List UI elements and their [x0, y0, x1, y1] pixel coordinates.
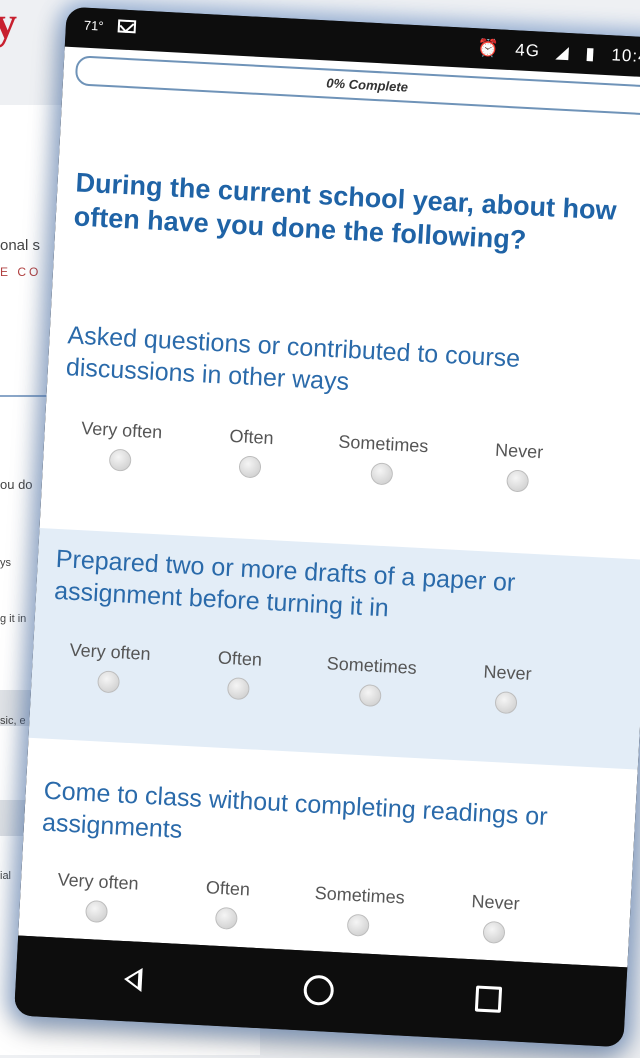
option-label: Sometimes	[326, 653, 418, 678]
option-label: Never	[471, 891, 521, 914]
background-text: ys	[0, 557, 11, 569]
item-text: Prepared two or more drafts of a paper o…	[53, 544, 516, 623]
home-icon[interactable]	[302, 974, 335, 1007]
recent-apps-icon[interactable]	[474, 985, 503, 1013]
option-label: Never	[494, 439, 544, 463]
question-title: During the current school year, about ho…	[73, 167, 618, 256]
background-text: ou do	[0, 477, 33, 492]
option-never[interactable]: Never	[451, 660, 564, 717]
option-label: Very often	[57, 869, 140, 894]
option-label: Very often	[69, 639, 152, 664]
option-often[interactable]: Often	[195, 424, 308, 481]
progress-label: 0% Complete	[325, 75, 409, 95]
radio-button[interactable]	[346, 913, 370, 937]
radio-button[interactable]	[108, 448, 132, 472]
phone-device: 71° ⏰ 4G ◢ ▮ 10:48 0% Complete During th…	[13, 6, 640, 1048]
option-sometimes[interactable]: Sometimes	[315, 653, 428, 710]
status-icons: ⏰ 4G ◢ ▮ 10:48	[467, 38, 640, 68]
radio-button[interactable]	[226, 677, 250, 701]
option-very-often[interactable]: Very often	[65, 417, 178, 474]
battery-icon: ▮	[584, 43, 597, 64]
radio-button[interactable]	[238, 455, 262, 479]
item-text: Asked questions or contributed to course…	[65, 321, 521, 396]
option-label: Never	[483, 661, 533, 684]
option-sometimes[interactable]: Sometimes	[303, 882, 416, 939]
temperature-indicator: 71°	[83, 17, 104, 34]
option-label: Sometimes	[314, 882, 406, 908]
option-very-often[interactable]: Very often	[53, 639, 166, 696]
option-never[interactable]: Never	[462, 438, 575, 495]
option-sometimes[interactable]: Sometimes	[326, 431, 439, 488]
option-label: Often	[205, 877, 251, 900]
item-text: Come to class without completing reading…	[41, 776, 549, 844]
background-text: ial	[0, 870, 12, 882]
background-text: E CO	[0, 265, 42, 279]
option-label: Very often	[80, 418, 163, 443]
survey-screen: 0% Complete During the current school ye…	[18, 46, 640, 968]
radio-button[interactable]	[84, 899, 109, 924]
survey-item: Asked questions or contributed to course…	[40, 308, 640, 560]
radio-button[interactable]	[494, 691, 518, 715]
radio-button[interactable]	[370, 462, 394, 486]
status-time: 10:48	[611, 45, 640, 67]
radio-button[interactable]	[214, 906, 238, 930]
mail-icon	[117, 19, 137, 34]
back-icon[interactable]	[123, 967, 143, 992]
option-often[interactable]: Often	[183, 646, 296, 703]
option-label: Often	[217, 647, 263, 670]
background-logo-fragment: y	[0, 0, 17, 48]
signal-icon: ◢	[555, 42, 571, 63]
radio-button[interactable]	[482, 920, 506, 944]
alarm-icon: ⏰	[476, 38, 501, 59]
background-text: sic, e	[0, 715, 26, 727]
network-indicator: 4G	[514, 40, 541, 61]
survey-item: Come to class without completing reading…	[18, 738, 638, 968]
progress-fill	[76, 57, 79, 84]
option-often[interactable]: Often	[171, 876, 284, 933]
option-label: Sometimes	[337, 431, 429, 457]
survey-item: Prepared two or more drafts of a paper o…	[28, 528, 640, 770]
radio-button[interactable]	[358, 683, 382, 708]
radio-button[interactable]	[506, 469, 530, 493]
background-text: g it in	[0, 613, 27, 625]
option-label: Often	[229, 425, 275, 449]
radio-button[interactable]	[97, 670, 121, 694]
option-very-often[interactable]: Very often	[41, 869, 154, 926]
option-never[interactable]: Never	[438, 890, 551, 947]
background-text: onal s	[0, 237, 41, 254]
